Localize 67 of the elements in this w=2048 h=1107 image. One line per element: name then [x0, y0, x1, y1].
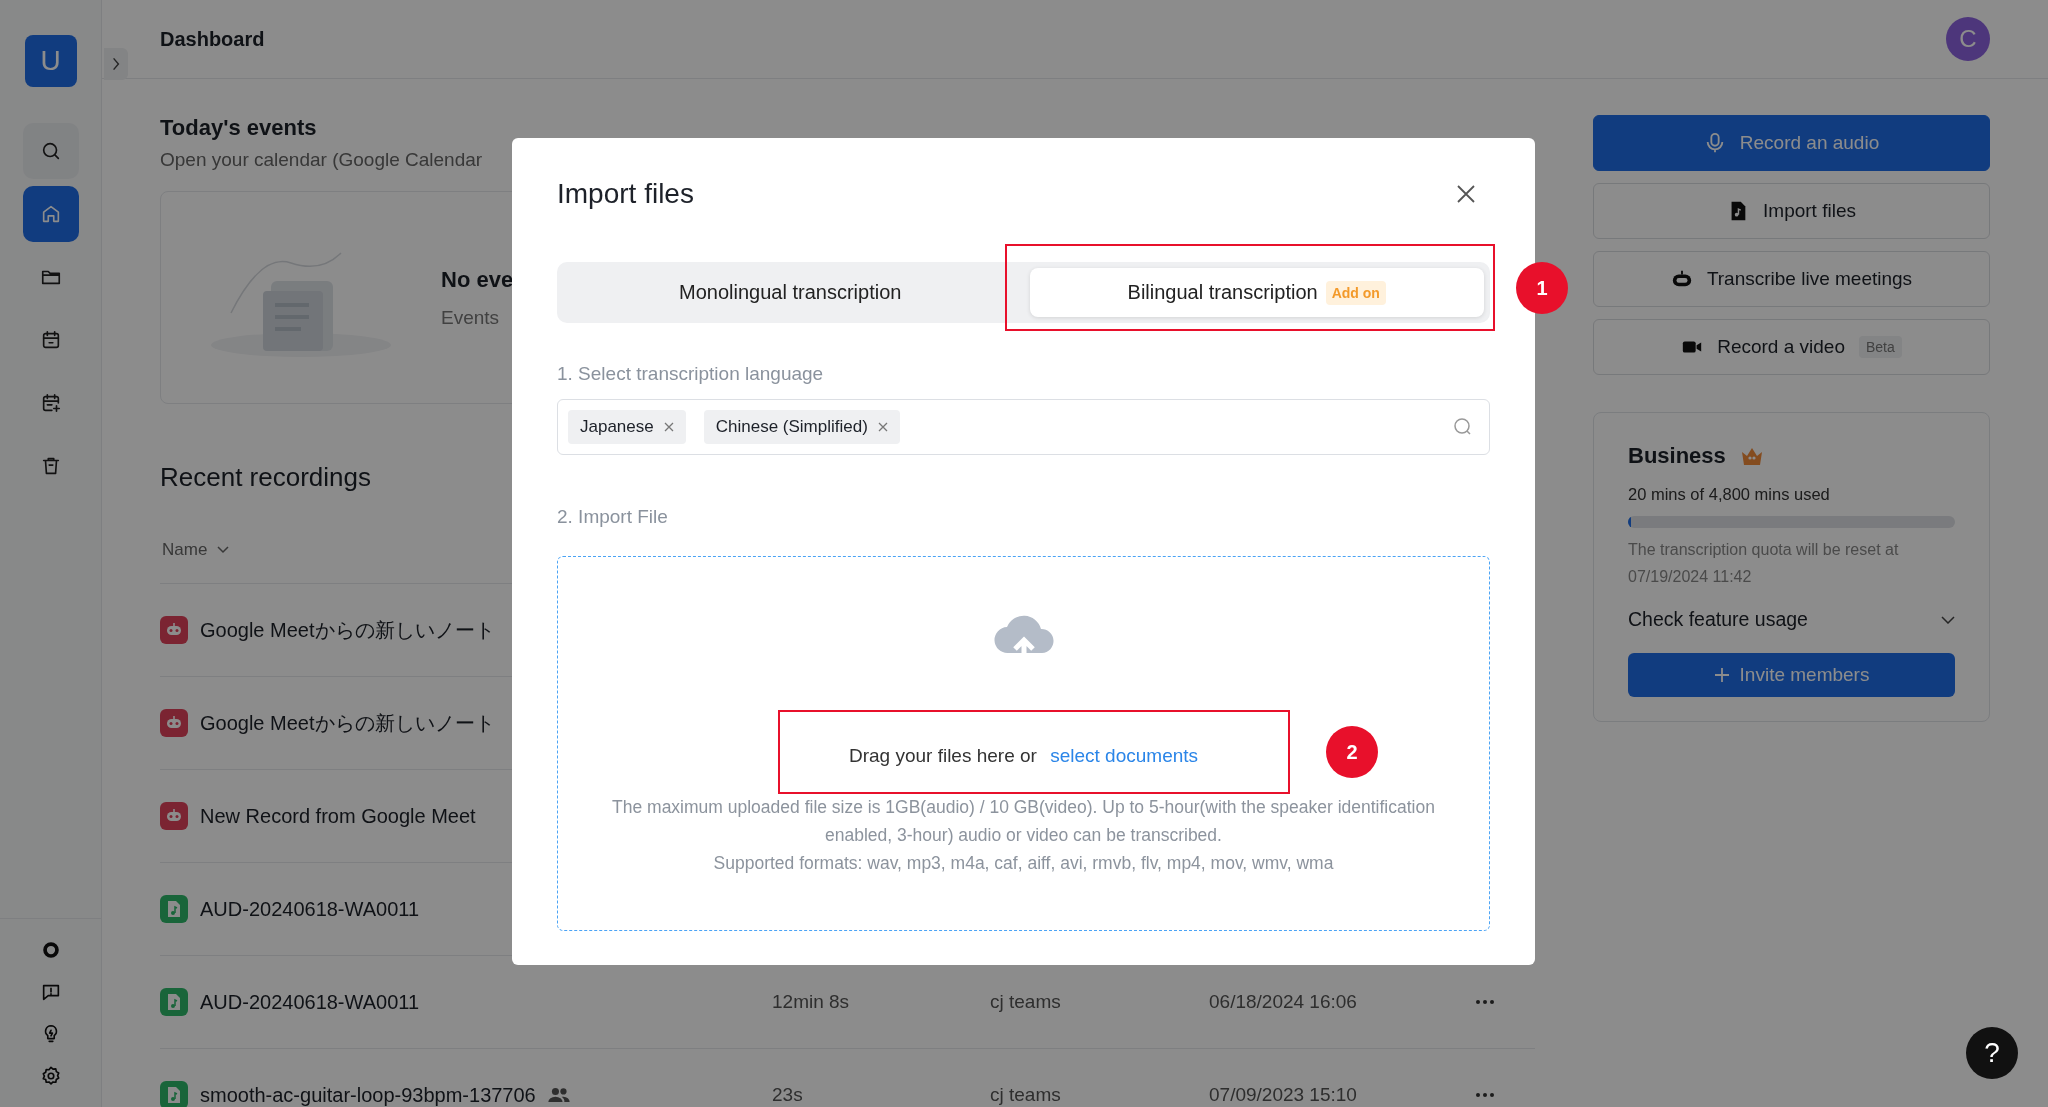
section-subtitle: Open your calendar (Google Calendar	[160, 149, 484, 171]
date-cell-text: 06/18/2024 16:06	[1209, 991, 1358, 1013]
action-button[interactable]: Transcribe live meetings	[1593, 251, 1990, 307]
recording-name[interactable]: smooth-ac-guitar-loop-93bpm-137706	[200, 1083, 536, 1107]
column-header[interactable]: Name	[160, 540, 230, 560]
empty-text: Events	[441, 306, 501, 329]
close-icon[interactable]	[1456, 184, 1476, 204]
search-icon	[1453, 417, 1473, 437]
invite-button[interactable]: Invite members	[1628, 653, 1955, 697]
duration-cell-text: 23s	[772, 1084, 804, 1106]
section-title: Recent recordings	[160, 462, 372, 493]
upload-note: The maximum uploaded file size is 1GB(audio) / 10 GB(video). Up to 5-hour(with the speaker identification enabled, 3-hour) audio or video can be transcribed.	[611, 796, 1436, 847]
robot-icon	[160, 709, 188, 737]
remove-icon[interactable]	[877, 422, 888, 432]
action-button[interactable]: Import files	[1593, 183, 1990, 239]
language-tag[interactable]: Japanese	[568, 410, 686, 444]
settings-icon[interactable]	[39, 1065, 62, 1087]
crown-icon	[1739, 446, 1764, 466]
plus-icon	[1713, 667, 1730, 683]
robot-icon	[160, 802, 188, 830]
drop-instruction: Drag your files here or select documents	[848, 745, 1199, 767]
user-avatar[interactable]: C	[1946, 17, 1990, 61]
expand-button[interactable]	[104, 48, 128, 80]
recording-name[interactable]: AUD-20240618-WA0011	[200, 990, 419, 1014]
step-marker: 2	[1326, 726, 1378, 778]
chevron-down-icon	[217, 546, 230, 554]
plan-name: Business	[1628, 443, 1726, 469]
beta-badge: Beta	[1859, 336, 1902, 358]
step-label: 2. Import File	[557, 506, 669, 528]
recording-name[interactable]: Google Meetからの新しいノート	[200, 709, 495, 737]
date-cell-text: 07/09/2023 15:10	[1209, 1084, 1358, 1106]
remove-icon[interactable]	[663, 422, 674, 432]
page-title: Dashboard	[160, 27, 265, 51]
upload-note: Supported formats: wav, mp3, m4a, caf, aiff, avi, rmvb, flv, mp4, mov, wmv, wma	[713, 852, 1334, 875]
duration-cell-text: 12min 8s	[772, 991, 851, 1013]
empty-title: No eve	[441, 266, 514, 293]
language-tag[interactable]: Chinese (Simplified)	[703, 410, 900, 444]
addon-badge: Add on	[1325, 280, 1386, 305]
sidebar-item[interactable]	[22, 123, 79, 179]
mode-tab[interactable]: Monolingual transcription	[563, 268, 1018, 317]
music-file-icon	[160, 895, 188, 923]
chevron-right-icon	[111, 56, 121, 72]
step-label: 1. Select transcription language	[557, 363, 825, 385]
action-button[interactable]: Record a video Beta	[1593, 319, 1990, 375]
robot-icon	[160, 616, 188, 644]
section-title: Today's events	[160, 115, 318, 141]
more-icon[interactable]	[1475, 999, 1495, 1005]
feature-usage-toggle[interactable]: Check feature usage	[1628, 608, 1955, 631]
recording-name[interactable]: New Record from Google Meet	[200, 804, 476, 828]
recording-name[interactable]: AUD-20240618-WA0011	[200, 897, 419, 921]
app-logo[interactable]: U	[24, 35, 77, 87]
owner-cell-text: cj teams	[990, 1084, 1062, 1106]
language-field[interactable]: Japanese Chinese (Simplified)	[557, 399, 1490, 455]
step-marker: 1	[1516, 262, 1568, 314]
mode-tab[interactable]: Bilingual transcription Add on	[1029, 268, 1484, 317]
music-file-icon	[160, 988, 188, 1016]
select-documents-link[interactable]: select documents	[1050, 745, 1199, 766]
owner-cell-text: cj teams	[990, 991, 1062, 1013]
usage-text: 20 mins of 4,800 mins used	[1628, 485, 1831, 504]
action-button[interactable]: Record an audio	[1593, 115, 1990, 171]
chevron-down-icon	[1941, 615, 1955, 624]
sidebar-item[interactable]	[22, 186, 79, 242]
reset-note: The transcription quota will be reset at 07/19/2024 11:42	[1628, 540, 1900, 587]
recording-name[interactable]: Google Meetからの新しいノート	[200, 616, 495, 644]
help-button[interactable]: ?	[1966, 1027, 2018, 1079]
more-icon[interactable]	[1475, 1092, 1495, 1098]
dialog-title: Import files	[557, 178, 694, 210]
